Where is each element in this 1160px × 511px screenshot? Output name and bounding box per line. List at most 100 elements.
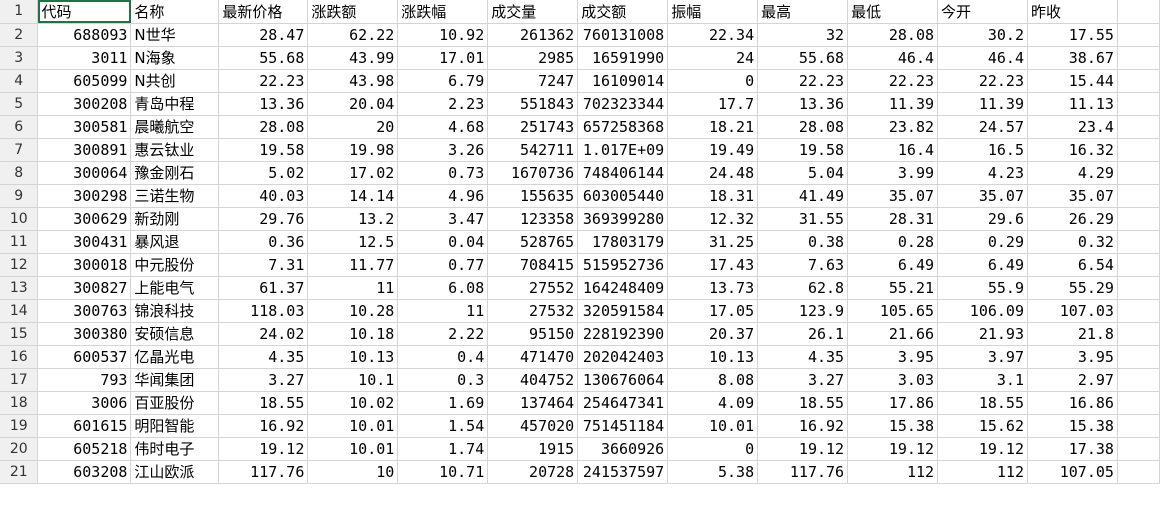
value-cell[interactable]: 16.92 <box>757 414 849 438</box>
row-number[interactable]: 1 <box>0 0 39 24</box>
value-cell[interactable]: 1.017E+09 <box>577 138 669 162</box>
row-number[interactable]: 17 <box>0 368 39 392</box>
empty-cell[interactable] <box>1117 437 1160 461</box>
value-cell[interactable]: 5.04 <box>757 161 849 185</box>
value-cell[interactable]: 55.21 <box>847 276 939 300</box>
value-cell[interactable]: 21.93 <box>937 322 1028 346</box>
empty-cell[interactable] <box>1117 391 1160 415</box>
value-cell[interactable]: 19.12 <box>218 437 309 461</box>
value-cell[interactable]: 10.71 <box>397 460 489 484</box>
value-cell[interactable]: 28.08 <box>218 115 309 139</box>
value-cell[interactable]: 0.36 <box>218 230 309 254</box>
value-cell[interactable]: 17.05 <box>667 299 759 323</box>
name-cell[interactable]: 上能电气 <box>130 276 220 300</box>
value-cell[interactable]: 28.47 <box>218 23 309 47</box>
value-cell[interactable]: 22.23 <box>937 69 1028 93</box>
value-cell[interactable]: 17.01 <box>397 46 489 70</box>
value-cell[interactable]: 95150 <box>487 322 579 346</box>
empty-cell[interactable] <box>1117 138 1160 162</box>
value-cell[interactable]: 702323344 <box>577 92 669 116</box>
empty-cell[interactable] <box>1117 161 1160 185</box>
value-cell[interactable]: 27552 <box>487 276 579 300</box>
value-cell[interactable]: 38.67 <box>1027 46 1118 70</box>
value-cell[interactable]: 0.28 <box>847 230 939 254</box>
value-cell[interactable]: 688093 <box>37 23 132 47</box>
value-cell[interactable]: 164248409 <box>577 276 669 300</box>
value-cell[interactable]: 404752 <box>487 368 579 392</box>
value-cell[interactable]: 18.31 <box>667 184 759 208</box>
name-cell[interactable]: 豫金刚石 <box>130 161 220 185</box>
name-cell[interactable]: 中元股份 <box>130 253 220 277</box>
value-cell[interactable]: 551843 <box>487 92 579 116</box>
value-cell[interactable]: 793 <box>37 368 132 392</box>
value-cell[interactable]: 55.68 <box>218 46 309 70</box>
value-cell[interactable]: 0 <box>667 69 759 93</box>
value-cell[interactable]: 605218 <box>37 437 132 461</box>
value-cell[interactable]: 0.73 <box>397 161 489 185</box>
value-cell[interactable]: 11 <box>307 276 399 300</box>
value-cell[interactable]: 117.76 <box>757 460 849 484</box>
value-cell[interactable]: 228192390 <box>577 322 669 346</box>
value-cell[interactable]: 4.23 <box>937 161 1028 185</box>
empty-cell[interactable] <box>1117 0 1160 24</box>
value-cell[interactable]: 300763 <box>37 299 132 323</box>
value-cell[interactable]: 19.98 <box>307 138 399 162</box>
name-cell[interactable]: 晨曦航空 <box>130 115 220 139</box>
value-cell[interactable]: 15.44 <box>1027 69 1118 93</box>
value-cell[interactable]: 3.95 <box>847 345 939 369</box>
value-cell[interactable]: 4.96 <box>397 184 489 208</box>
value-cell[interactable]: 1.69 <box>397 391 489 415</box>
row-number[interactable]: 19 <box>0 414 39 438</box>
value-cell[interactable]: 4.29 <box>1027 161 1118 185</box>
value-cell[interactable]: 0.29 <box>937 230 1028 254</box>
value-cell[interactable]: 19.12 <box>757 437 849 461</box>
value-cell[interactable]: 107.03 <box>1027 299 1118 323</box>
value-cell[interactable]: 17803179 <box>577 230 669 254</box>
name-cell[interactable]: N共创 <box>130 69 220 93</box>
column-header-cell[interactable]: 振幅 <box>667 0 759 24</box>
name-cell[interactable]: 惠云钛业 <box>130 138 220 162</box>
value-cell[interactable]: 17.7 <box>667 92 759 116</box>
value-cell[interactable]: 130676064 <box>577 368 669 392</box>
value-cell[interactable]: 300827 <box>37 276 132 300</box>
value-cell[interactable]: 7.31 <box>218 253 309 277</box>
value-cell[interactable]: 23.4 <box>1027 115 1118 139</box>
value-cell[interactable]: 15.62 <box>937 414 1028 438</box>
value-cell[interactable]: 751451184 <box>577 414 669 438</box>
value-cell[interactable]: 17.86 <box>847 391 939 415</box>
value-cell[interactable]: 155635 <box>487 184 579 208</box>
value-cell[interactable]: 708415 <box>487 253 579 277</box>
value-cell[interactable]: 241537597 <box>577 460 669 484</box>
value-cell[interactable]: 12.5 <box>307 230 399 254</box>
value-cell[interactable]: 10.92 <box>397 23 489 47</box>
value-cell[interactable]: 1.54 <box>397 414 489 438</box>
row-number[interactable]: 18 <box>0 391 39 415</box>
value-cell[interactable]: 22.34 <box>667 23 759 47</box>
value-cell[interactable]: 23.82 <box>847 115 939 139</box>
value-cell[interactable]: 202042403 <box>577 345 669 369</box>
value-cell[interactable]: 542711 <box>487 138 579 162</box>
row-number[interactable]: 4 <box>0 69 39 93</box>
value-cell[interactable]: 24.48 <box>667 161 759 185</box>
column-header-cell[interactable]: 涨跌额 <box>307 0 399 24</box>
value-cell[interactable]: 19.12 <box>847 437 939 461</box>
value-cell[interactable]: 35.07 <box>847 184 939 208</box>
column-header-cell[interactable]: 最低 <box>847 0 939 24</box>
value-cell[interactable]: 24 <box>667 46 759 70</box>
value-cell[interactable]: 21.66 <box>847 322 939 346</box>
value-cell[interactable]: 11.39 <box>847 92 939 116</box>
name-cell[interactable]: N世华 <box>130 23 220 47</box>
value-cell[interactable]: 35.07 <box>937 184 1028 208</box>
value-cell[interactable]: 515952736 <box>577 253 669 277</box>
empty-cell[interactable] <box>1117 69 1160 93</box>
value-cell[interactable]: 18.55 <box>757 391 849 415</box>
value-cell[interactable]: 16.86 <box>1027 391 1118 415</box>
value-cell[interactable]: 17.38 <box>1027 437 1118 461</box>
value-cell[interactable]: 300581 <box>37 115 132 139</box>
name-cell[interactable]: 暴风退 <box>130 230 220 254</box>
name-cell[interactable]: 亿晶光电 <box>130 345 220 369</box>
value-cell[interactable]: 760131008 <box>577 23 669 47</box>
name-cell[interactable]: 新劲刚 <box>130 207 220 231</box>
value-cell[interactable]: 1915 <box>487 437 579 461</box>
value-cell[interactable]: 11.39 <box>937 92 1028 116</box>
